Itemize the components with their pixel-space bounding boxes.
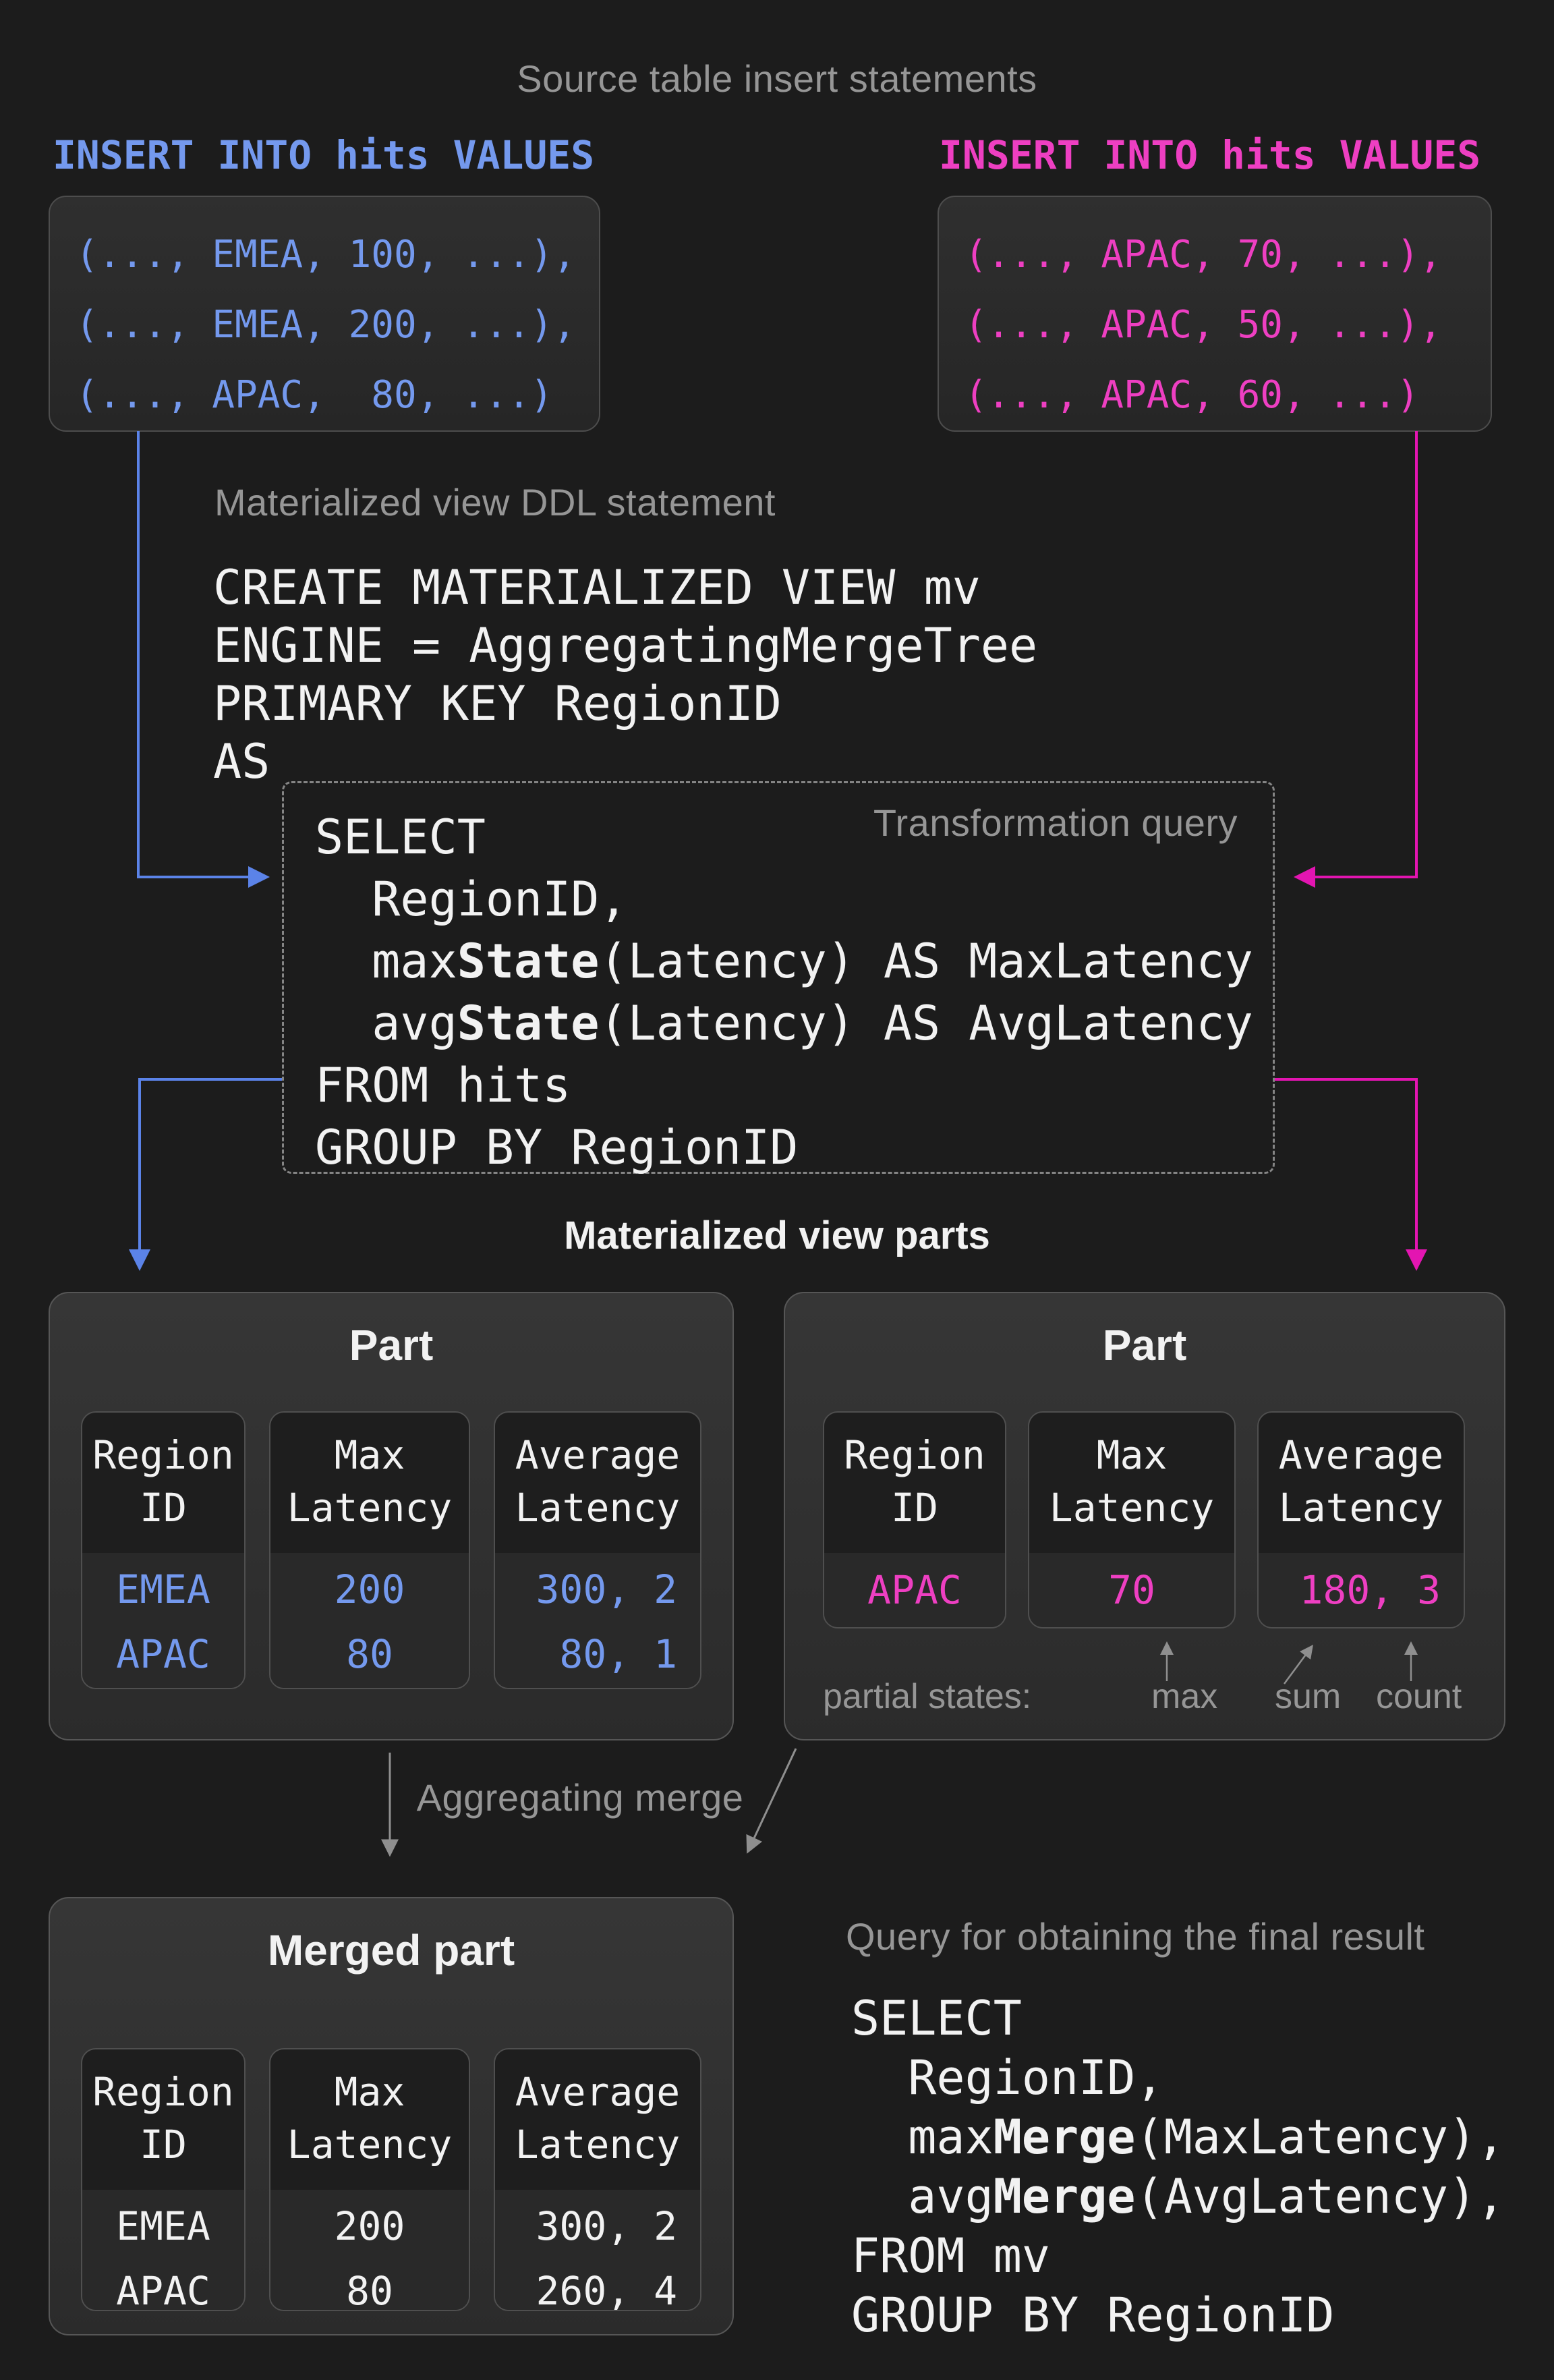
partial-state-max-label: max <box>1151 1676 1217 1717</box>
aggregating-merge-label: Aggregating merge <box>290 1776 870 1819</box>
part-title: Part <box>785 1320 1504 1370</box>
right-insert-values-box: (..., APAC, 70, ...),(..., APAC, 50, ...… <box>938 196 1492 432</box>
part-table-column: MaxLatency20080 <box>269 1411 470 1689</box>
part-table-right: RegionIDAPACMaxLatency70AverageLatency18… <box>823 1411 1465 1628</box>
ddl-code: CREATE MATERIALIZED VIEW mvENGINE = Aggr… <box>213 559 1037 791</box>
ddl-section-label: Materialized view DDL statement <box>214 480 776 524</box>
transformation-query-box: Transformation query SELECT RegionID, ma… <box>282 781 1275 1174</box>
part-box-left: Part RegionIDEMEAAPACMaxLatency20080Aver… <box>49 1292 734 1740</box>
merged-part-title: Merged part <box>50 1925 732 1975</box>
partial-states-legend: partial states: max sum count <box>785 1676 1504 1724</box>
part-table-column: MaxLatency70 <box>1028 1411 1236 1628</box>
part-table-column: RegionIDEMEAAPAC <box>81 1411 246 1689</box>
right-insert-statement-label: INSERT INTO hits VALUES <box>939 132 1480 178</box>
part-table-column: AverageLatency300, 2260, 4 <box>494 2048 701 2311</box>
part-table-column: RegionIDEMEAAPAC <box>81 2048 246 2311</box>
materialized-view-parts-label: Materialized view parts <box>0 1213 1554 1258</box>
partial-state-sum-label: sum <box>1275 1676 1341 1717</box>
merged-part-table: RegionIDEMEAAPACMaxLatency20080AverageLa… <box>81 2048 701 2311</box>
partial-states-label: partial states: <box>823 1676 1031 1717</box>
merged-part-box: Merged part RegionIDEMEAAPACMaxLatency20… <box>49 1897 734 2335</box>
part-table-column: RegionIDAPAC <box>823 1411 1006 1628</box>
partial-state-count-label: count <box>1376 1676 1462 1717</box>
part-table-column: AverageLatency300, 280, 1 <box>494 1411 701 1689</box>
transformation-query-code: SELECT RegionID, maxState(Latency) AS Ma… <box>315 806 1253 1179</box>
part-box-right: Part RegionIDAPACMaxLatency70AverageLate… <box>784 1292 1505 1740</box>
part-table-column: AverageLatency180, 3 <box>1257 1411 1465 1628</box>
part-table-left: RegionIDEMEAAPACMaxLatency20080AverageLa… <box>81 1411 701 1689</box>
final-query-code: SELECT RegionID, maxMerge(MaxLatency), a… <box>851 1989 1505 2345</box>
left-insert-statement-label: INSERT INTO hits VALUES <box>53 132 594 178</box>
source-inserts-section-title: Source table insert statements <box>0 57 1554 101</box>
part-title: Part <box>50 1320 732 1370</box>
final-query-label: Query for obtaining the final result <box>846 1915 1424 1958</box>
left-insert-values-box: (..., EMEA, 100, ...),(..., EMEA, 200, .… <box>49 196 600 432</box>
part-table-column: MaxLatency20080 <box>269 2048 470 2311</box>
magenta-insert-to-query-arrow <box>1299 431 1416 877</box>
aggregating-mergetree-diagram: Source table insert statements INSERT IN… <box>0 0 1554 2380</box>
